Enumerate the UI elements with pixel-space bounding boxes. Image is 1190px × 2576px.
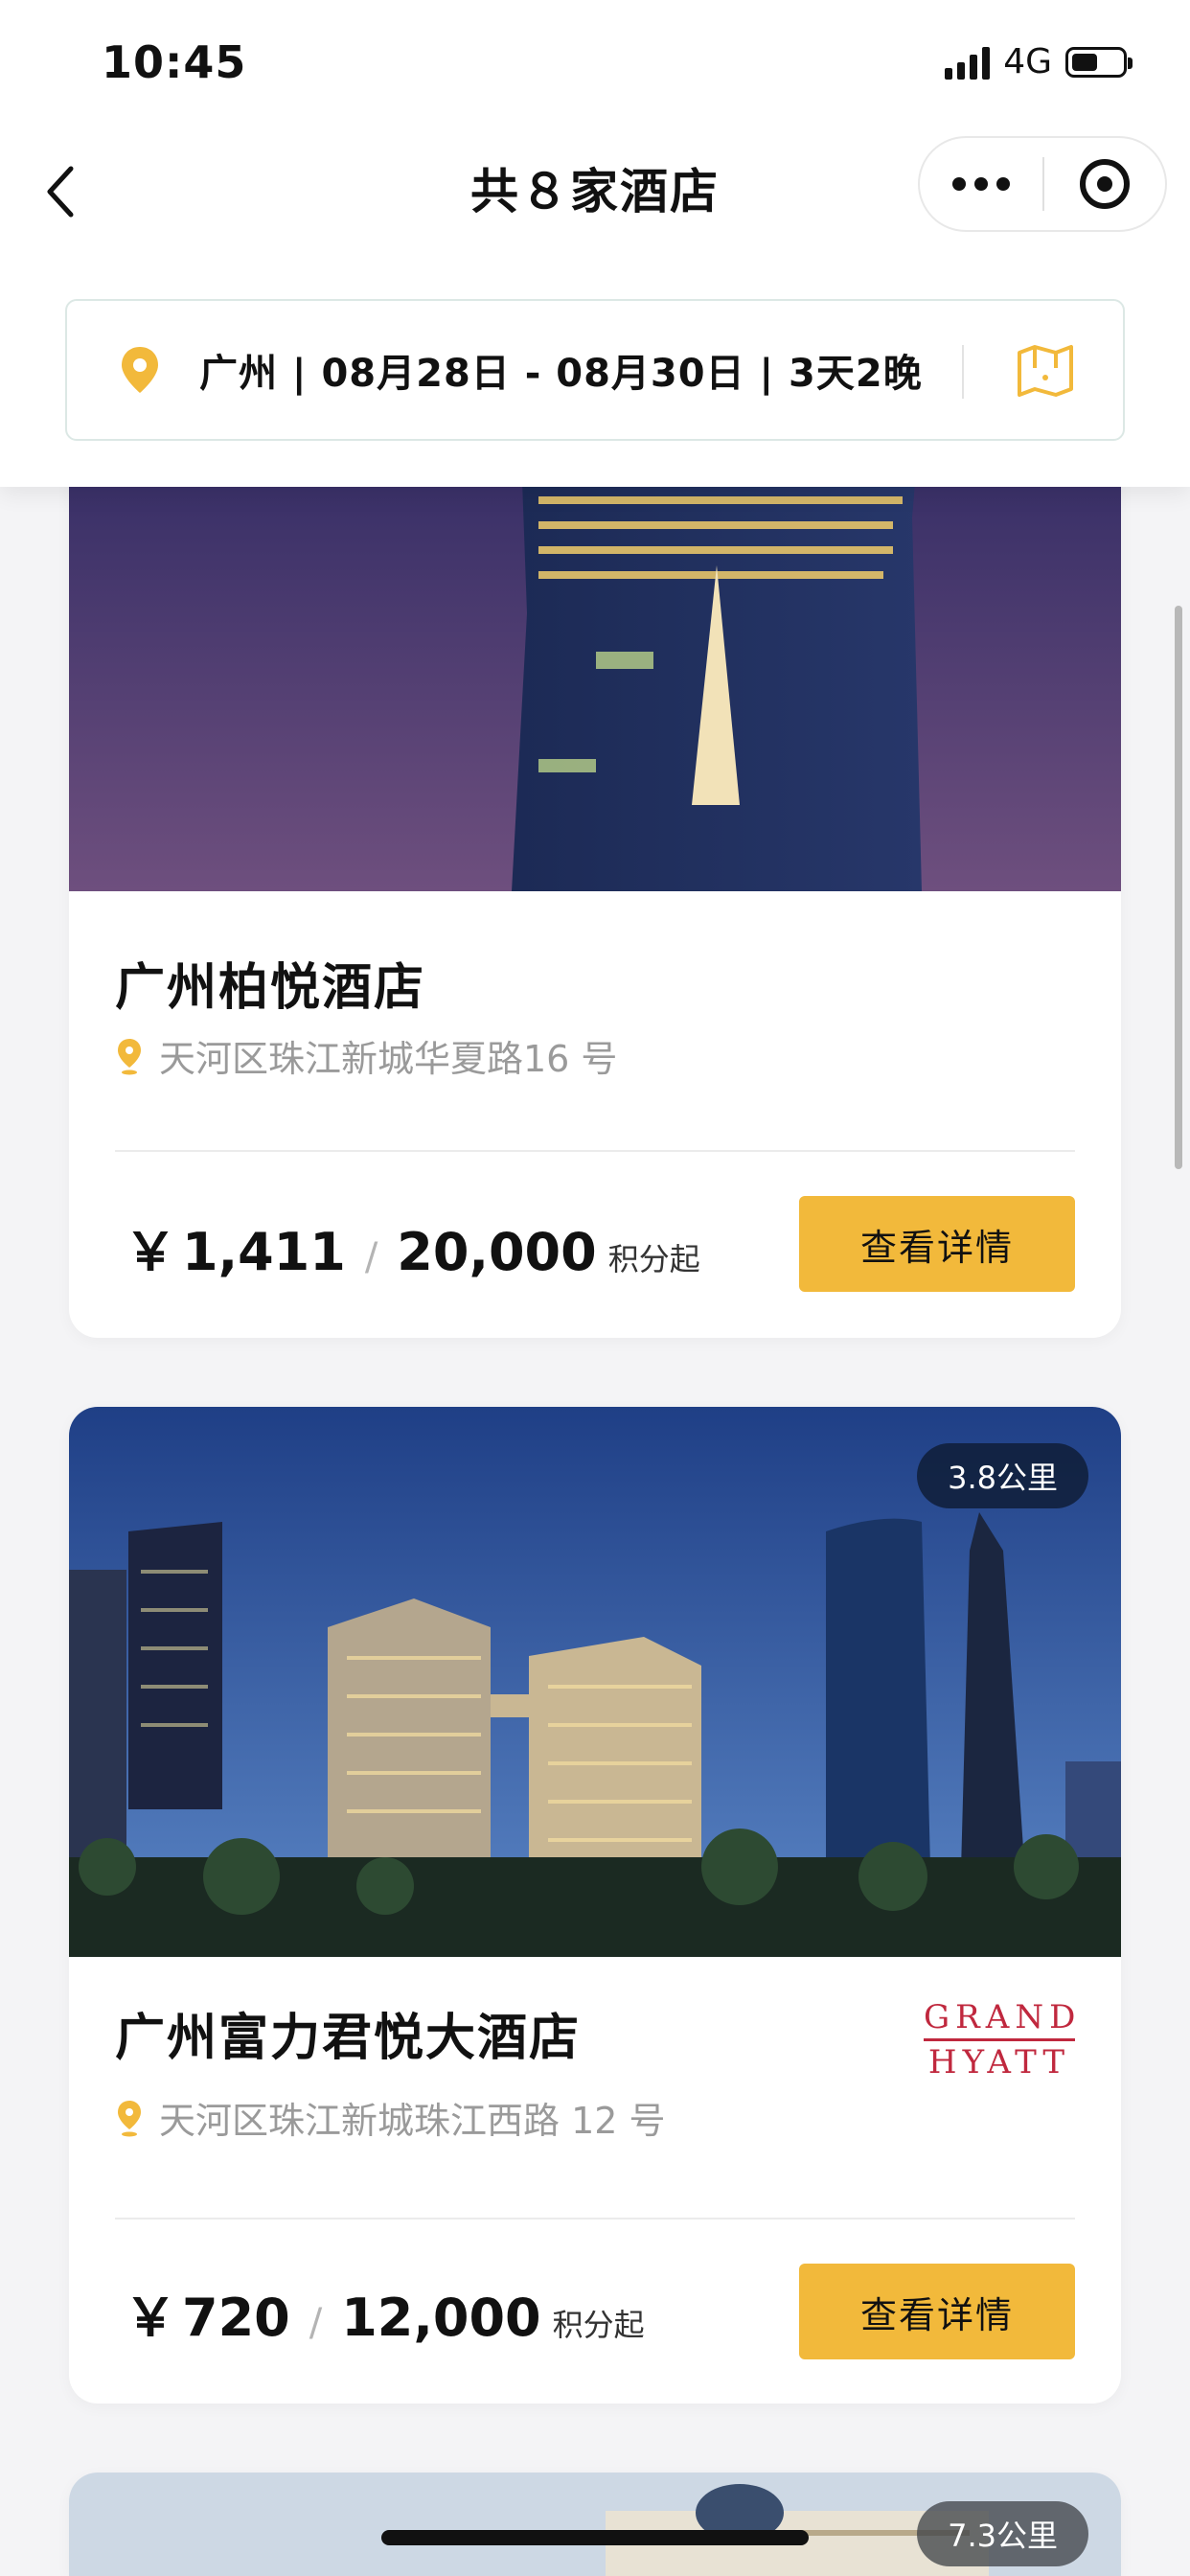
more-button[interactable] [920, 138, 1042, 230]
location-pin-icon [118, 1038, 141, 1074]
location-pin-icon [118, 2100, 141, 2136]
address-text: 天河区珠江新城珠江西路 12 号 [159, 2100, 666, 2142]
currency-symbol: ￥ [125, 2288, 176, 2348]
view-details-button[interactable]: 查看详情 [799, 1196, 1075, 1292]
hotel-card[interactable]: 7.3公里 [69, 2472, 1121, 2576]
points-suffix: 积分起 [552, 2307, 645, 2343]
map-icon[interactable] [1014, 339, 1077, 402]
divider [115, 1150, 1075, 1152]
search-info-text: 广州 | 08月28日 - 08月30日 | 3天2晚 [199, 352, 923, 396]
hotel-name: 广州柏悦酒店 [115, 959, 426, 1017]
view-details-button[interactable]: 查看详情 [799, 2264, 1075, 2359]
battery-icon [1065, 46, 1133, 78]
more-icon-dot [996, 177, 1010, 191]
close-mini-program-button[interactable] [1044, 159, 1165, 209]
price-separator: / [364, 1235, 378, 1279]
address-text: 天河区珠江新城华夏路16 号 [159, 1038, 618, 1080]
top-header: 10:45 4G 共８家酒店 广州 | 08月28日 - 08月30日 | 3天… [0, 0, 1190, 487]
points-amount: 12,000 [341, 2288, 541, 2348]
mini-program-capsule [918, 136, 1167, 232]
status-indicators: 4G [945, 42, 1133, 81]
search-divider [962, 345, 964, 399]
distance-badge: 7.3公里 [917, 2501, 1088, 2566]
price-block: ￥ 1,411 / 20,000 积分起 [125, 1209, 700, 1285]
scrollbar[interactable] [1175, 606, 1182, 1169]
hotel-address: 天河区珠江新城珠江西路 12 号 [115, 2091, 666, 2144]
points-amount: 20,000 [397, 1222, 597, 1282]
hotel-card[interactable]: 广州柏悦酒店 天河区珠江新城华夏路16 号 ￥ 1,411 / 20,000 积… [69, 402, 1121, 1338]
hotel-address: 天河区珠江新城华夏路16 号 [115, 1029, 617, 1082]
brand-line-2: HYATT [927, 2043, 1071, 2082]
grand-hyatt-logo: GRAND HYATT [924, 1999, 1075, 2081]
network-label: 4G [1003, 42, 1052, 81]
more-icon-dot [974, 177, 988, 191]
price-block: ￥ 720 / 12,000 积分起 [125, 2275, 645, 2351]
divider [115, 2218, 1075, 2220]
currency-symbol: ￥ [125, 1222, 176, 1282]
target-icon [1080, 159, 1130, 209]
hotel-name: 广州富力君悦大酒店 [115, 2010, 582, 2067]
price-amount: 720 [182, 2288, 290, 2348]
price-separator: / [309, 2301, 323, 2345]
points-suffix: 积分起 [607, 1241, 700, 1277]
price-amount: 1,411 [182, 1222, 346, 1282]
location-pin-icon [122, 347, 158, 393]
distance-badge: 3.8公里 [917, 1443, 1088, 1508]
brand-line-1: GRAND [924, 1998, 1082, 2036]
status-time: 10:45 [102, 36, 247, 88]
home-indicator [381, 2530, 809, 2545]
more-icon [952, 177, 966, 191]
hotel-card[interactable]: 3.8公里 广州富力君悦大酒店 GRAND HYATT 天河区珠江新城珠江西路 … [69, 1407, 1121, 2404]
search-summary-bar[interactable]: 广州 | 08月28日 - 08月30日 | 3天2晚 [65, 299, 1125, 441]
signal-icon [945, 45, 991, 80]
